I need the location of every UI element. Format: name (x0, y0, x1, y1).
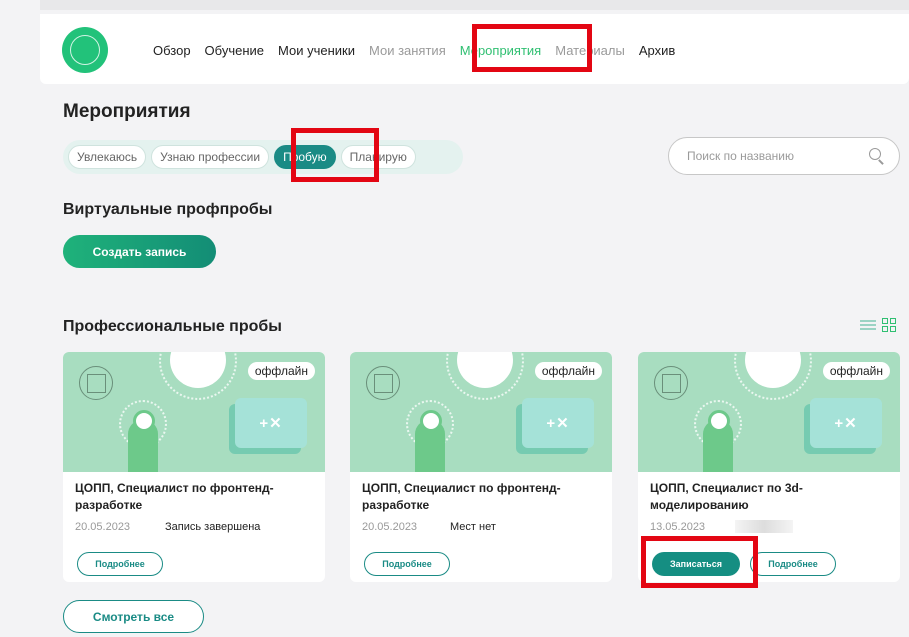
card-logo-icon (654, 366, 688, 400)
list-view-icon[interactable] (860, 318, 876, 332)
highlight-box-events (472, 24, 592, 72)
search-icon[interactable] (869, 148, 885, 164)
event-card[interactable]: +✕ оффлайн ЦОПП, Специалист по фронтенд-… (350, 352, 612, 582)
calculator-icon: +✕ (235, 398, 307, 448)
filter-chip-professions[interactable]: Узнаю профессии (151, 145, 270, 169)
card-deco-dot (420, 410, 442, 432)
card-image: +✕ оффлайн (63, 352, 325, 472)
professional-section-heading: Профессиональные пробы (63, 318, 282, 335)
calculator-icon: +✕ (810, 398, 882, 448)
details-button[interactable]: Подробнее (364, 552, 450, 576)
offline-badge: оффлайн (247, 362, 315, 380)
highlight-box-filter (291, 128, 379, 182)
logo-ring (70, 35, 100, 65)
create-record-button[interactable]: Создать запись (63, 235, 216, 268)
card-image: +✕ оффлайн (350, 352, 612, 472)
card-title: ЦОПП, Специалист по 3d-моделированию (650, 481, 803, 512)
card-status: Мест нет (450, 521, 496, 533)
see-all-button[interactable]: Смотреть все (63, 600, 204, 633)
virtual-section-heading: Виртуальные профпробы (63, 201, 273, 218)
card-date: 20.05.2023 (75, 521, 131, 533)
card-logo-icon (366, 366, 400, 400)
card-title: ЦОПП, Специалист по фронтенд-разработке (362, 481, 561, 512)
nav-item-students[interactable]: Мои ученики (278, 43, 355, 58)
nav-item-learning[interactable]: Обучение (205, 43, 264, 58)
card-date: 13.05.2023 (650, 521, 706, 533)
highlight-box-signup (641, 536, 758, 588)
card-status: Запись завершена (165, 521, 261, 533)
nav-item-my-lessons[interactable]: Мои занятия (369, 43, 446, 58)
card-date: 20.05.2023 (362, 521, 418, 533)
event-card[interactable]: +✕ оффлайн ЦОПП, Специалист по фронтенд-… (63, 352, 325, 582)
calculator-icon: +✕ (522, 398, 594, 448)
details-button[interactable]: Подробнее (750, 552, 836, 576)
card-title: ЦОПП, Специалист по фронтенд-разработке (75, 481, 274, 512)
nav-item-overview[interactable]: Обзор (153, 43, 191, 58)
search-input[interactable] (687, 149, 869, 163)
logo-icon[interactable] (62, 27, 108, 73)
offline-badge: оффлайн (534, 362, 602, 380)
grid-view-icon[interactable] (882, 318, 896, 332)
card-logo-icon (79, 366, 113, 400)
top-strip (40, 0, 909, 10)
main-nav: Обзор Обучение Мои ученики Мои занятия М… (153, 43, 689, 58)
card-image: +✕ оффлайн (638, 352, 900, 472)
blurred-status (735, 520, 793, 533)
view-toggle (860, 318, 896, 332)
card-deco-dot (133, 410, 155, 432)
nav-item-archive[interactable]: Архив (639, 43, 675, 58)
filter-chip-group: Увлекаюсь Узнаю профессии Пробую Планиру… (63, 140, 463, 174)
card-deco-dot (708, 410, 730, 432)
page-title: Мероприятия (63, 101, 191, 122)
filter-chip-hobby[interactable]: Увлекаюсь (68, 145, 147, 169)
search-box (668, 137, 900, 175)
offline-badge: оффлайн (822, 362, 890, 380)
details-button[interactable]: Подробнее (77, 552, 163, 576)
